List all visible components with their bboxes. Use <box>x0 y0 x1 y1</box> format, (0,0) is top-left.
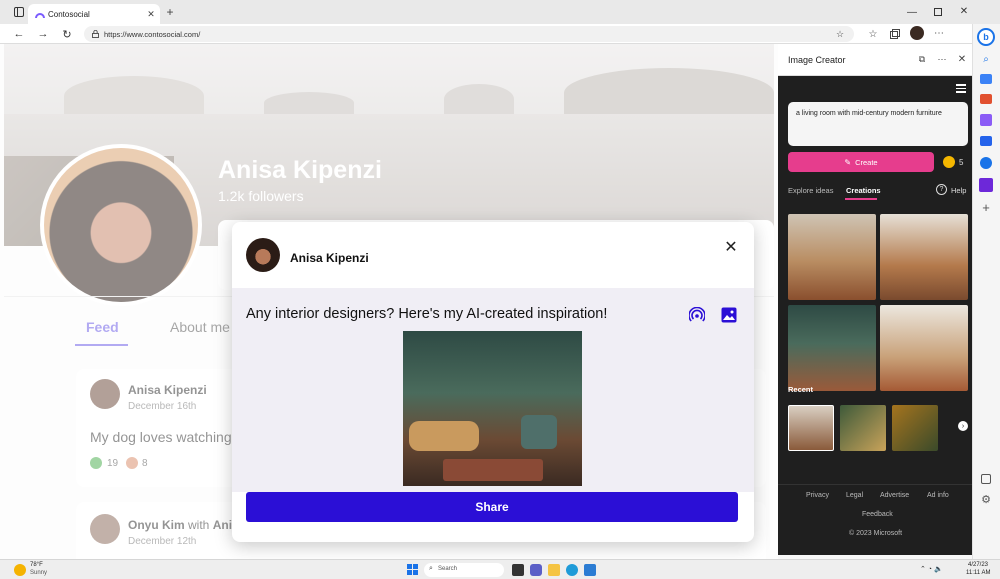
creations-underline <box>845 198 877 200</box>
more-icon[interactable]: ⋯ <box>936 53 948 65</box>
footer-privacy[interactable]: Privacy <box>806 492 829 499</box>
create-icon: ✎ <box>844 157 852 167</box>
maximize-icon[interactable] <box>932 6 944 18</box>
lock-icon <box>90 29 100 39</box>
edge-sidebar-rail: b ⌕ + ⚙ <box>972 24 1000 559</box>
boost-coin-icon <box>943 156 955 168</box>
modal-author: Anisa Kipenzi <box>290 251 369 265</box>
tab-creations-label: Creations <box>846 186 881 195</box>
contosocial-favicon-icon <box>35 9 45 19</box>
refresh-icon[interactable]: ↻ <box>60 27 74 41</box>
back-arrow-icon[interactable]: ← <box>12 27 26 41</box>
tab-strip: Contosocial ✕ + — ✕ <box>0 0 1000 24</box>
collections-icon[interactable] <box>888 27 902 41</box>
recent-thumbnail-1[interactable] <box>788 405 834 451</box>
forward-arrow-icon[interactable]: → <box>36 27 50 41</box>
open-in-new-icon[interactable]: ⧉ <box>916 53 928 65</box>
share-modal: Anisa Kipenzi ✕ Any interior designers? … <box>232 222 754 542</box>
close-tab-icon[interactable]: ✕ <box>146 9 156 19</box>
edge-taskbar-icon[interactable] <box>566 564 578 576</box>
games-icon[interactable] <box>980 114 992 126</box>
prompt-text: a living room with mid-century modern fu… <box>796 110 942 117</box>
bing-chat-icon[interactable]: b <box>977 28 995 46</box>
ai-generated-image[interactable] <box>403 331 582 486</box>
more-options-icon[interactable]: ⋯ <box>932 26 946 40</box>
minimize-icon[interactable]: — <box>906 6 918 18</box>
taskbar-date: 4/27/23 <box>968 562 989 568</box>
creation-thumbnail-3[interactable] <box>788 305 876 391</box>
recent-thumbnail-2[interactable] <box>840 405 886 451</box>
modal-author-avatar <box>246 238 280 272</box>
share-button-label: Share <box>475 500 509 514</box>
tab-explore-ideas[interactable]: Explore ideas <box>788 186 833 195</box>
profile-avatar[interactable] <box>910 26 924 40</box>
task-view-icon[interactable] <box>512 564 524 576</box>
tab-actions-icon[interactable] <box>12 6 26 18</box>
settings-gear-icon[interactable]: ⚙ <box>979 492 993 506</box>
modal-post-text[interactable]: Any interior designers? Here's my AI-cre… <box>246 306 607 322</box>
sofa-shape <box>409 421 479 451</box>
prompt-input[interactable]: a living room with mid-century modern fu… <box>788 102 968 146</box>
search-icon[interactable]: ⌕ <box>979 52 993 66</box>
help-icon[interactable]: ? <box>936 184 947 195</box>
system-tray-icons[interactable]: ⌃ ◔ 🔈 <box>920 565 943 573</box>
taskbar-time: 11:11 AM <box>966 570 991 576</box>
new-tab-icon[interactable]: + <box>164 5 176 19</box>
footer-legal[interactable]: Legal <box>846 492 863 499</box>
close-window-icon[interactable]: ✕ <box>958 5 970 17</box>
creation-thumbnail-4[interactable] <box>880 305 968 391</box>
create-label: Create <box>855 157 878 167</box>
url-text: https://www.contosocial.com/ <box>104 30 201 39</box>
chair-shape <box>521 415 557 449</box>
footer-advertise[interactable]: Advertise <box>880 492 909 499</box>
tab-explore-label: Explore ideas <box>788 186 834 195</box>
hide-sidebar-icon[interactable] <box>981 474 991 484</box>
address-bar[interactable]: https://www.contosocial.com/ ☆ <box>84 26 854 42</box>
weather-temp: 78°F <box>30 562 43 568</box>
next-arrow-icon[interactable]: › <box>958 421 968 431</box>
create-button[interactable]: ✎ Create <box>788 152 934 172</box>
microsoft-365-icon[interactable] <box>980 136 992 146</box>
tab-creations[interactable]: Creations <box>846 186 881 195</box>
store-icon[interactable] <box>584 564 596 576</box>
taskbar-search-icon: ⌕ <box>429 565 433 572</box>
image-creator-panel: Image Creator ⧉ ⋯ ✕ a living room with m… <box>778 44 972 555</box>
recent-label: Recent <box>788 385 814 394</box>
teams-icon[interactable] <box>530 564 542 576</box>
weather-desc: Sunny <box>30 570 48 576</box>
close-modal-icon[interactable]: ✕ <box>722 238 740 256</box>
share-button[interactable]: Share <box>246 492 738 522</box>
taskbar-search-placeholder: Search <box>438 566 458 572</box>
add-icon[interactable]: + <box>979 200 993 215</box>
hamburger-menu-icon[interactable] <box>956 84 966 93</box>
close-panel-icon[interactable]: ✕ <box>956 53 968 65</box>
panel-header: Image Creator ⧉ ⋯ ✕ <box>778 44 972 76</box>
footer-copyright: © 2023 Microsoft <box>849 530 903 537</box>
sunny-weather-icon[interactable] <box>14 564 26 576</box>
browser-toolbar: ← → ↻ https://www.contosocial.com/ ☆ ☆ ⋯ <box>0 24 1000 44</box>
recent-thumbnail-3[interactable] <box>892 405 938 451</box>
creation-thumbnail-1[interactable] <box>788 214 876 300</box>
tools-icon[interactable] <box>980 94 992 104</box>
outlook-icon[interactable] <box>980 157 992 169</box>
favorites-icon[interactable]: ☆ <box>866 27 880 41</box>
footer-ad-info[interactable]: Ad info <box>927 492 949 499</box>
browser-tab[interactable]: Contosocial ✕ <box>28 4 160 24</box>
file-explorer-icon[interactable] <box>548 564 560 576</box>
footer-feedback[interactable]: Feedback <box>862 511 893 518</box>
boost-count: 5 <box>959 158 964 167</box>
broadcast-icon[interactable] <box>688 306 706 324</box>
rug-shape <box>443 459 543 481</box>
panel-title: Image Creator <box>788 55 846 65</box>
image-icon[interactable] <box>720 306 738 324</box>
taskbar-search-box[interactable]: ⌕ Search <box>424 563 504 577</box>
tab-title: Contosocial <box>48 10 90 19</box>
windows-start-icon[interactable] <box>407 564 419 576</box>
favorite-star-icon[interactable]: ☆ <box>834 28 846 40</box>
shopping-tag-icon[interactable] <box>980 74 992 84</box>
taskbar: 78°F Sunny ⌕ Search ⌃ ◔ 🔈 4/27/23 11:11 … <box>0 559 1000 579</box>
help-label[interactable]: Help <box>951 186 966 195</box>
creation-thumbnail-2[interactable] <box>880 214 968 300</box>
image-creator-icon[interactable] <box>979 178 993 192</box>
